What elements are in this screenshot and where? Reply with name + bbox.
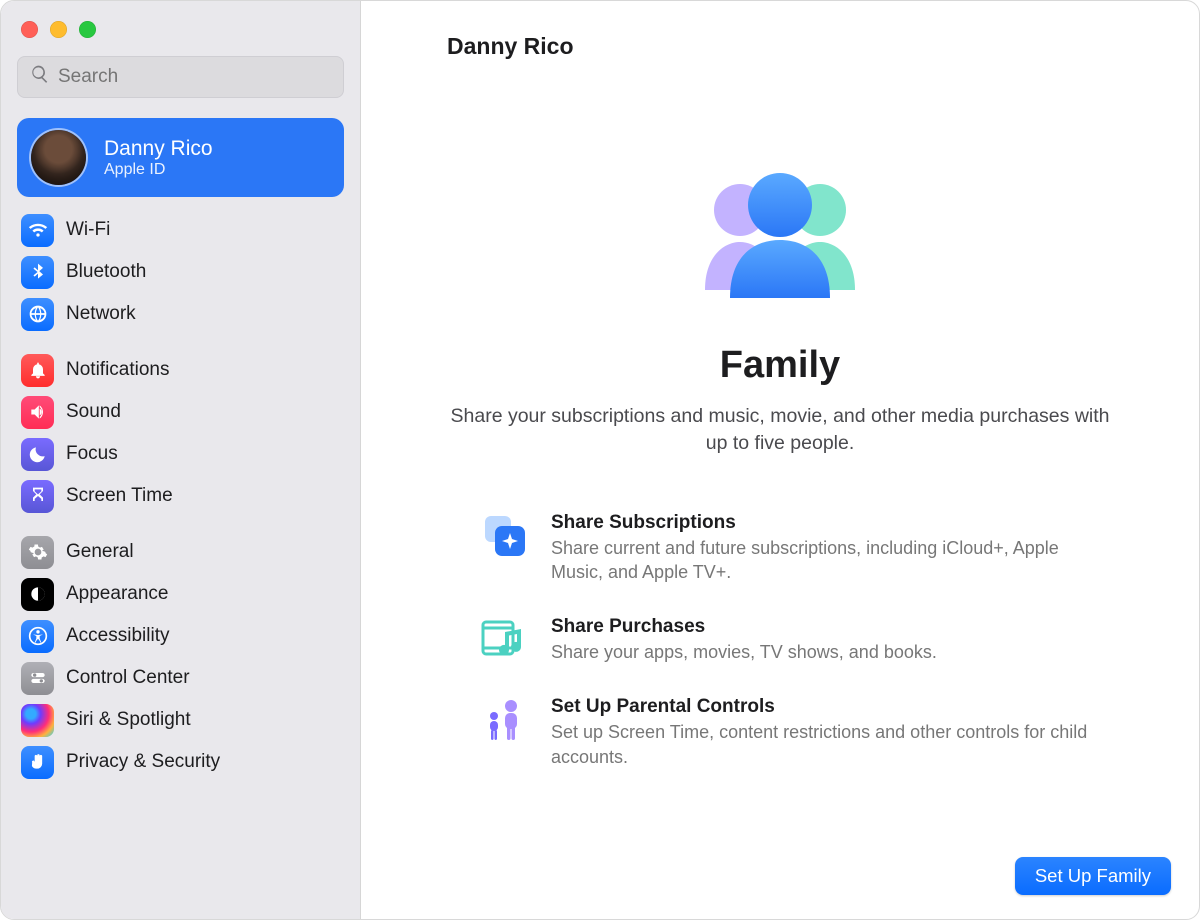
siri-icon <box>21 704 54 737</box>
search-icon <box>30 64 58 90</box>
close-window-button[interactable] <box>21 21 38 38</box>
feature-title: Share Subscriptions <box>551 512 1099 534</box>
maximize-window-button[interactable] <box>79 21 96 38</box>
sidebar-list: Wi-Fi Bluetooth Network <box>1 209 360 797</box>
accessibility-icon <box>21 620 54 653</box>
parent-child-icon <box>481 696 529 744</box>
sidebar-item-label: Notifications <box>66 359 170 381</box>
hero-title: Family <box>720 344 840 387</box>
sidebar-item-label: General <box>66 541 134 563</box>
set-up-family-button[interactable]: Set Up Family <box>1015 857 1171 895</box>
settings-window: Danny Rico Apple ID Wi-Fi Bluetooth <box>0 0 1200 920</box>
sidebar-item-label: Wi-Fi <box>66 219 110 241</box>
features-list: Share Subscriptions Share current and fu… <box>481 512 1099 801</box>
feature-share-subscriptions: Share Subscriptions Share current and fu… <box>481 512 1099 585</box>
appearance-icon <box>21 578 54 611</box>
sidebar-item-general[interactable]: General <box>15 531 346 573</box>
sidebar-item-focus[interactable]: Focus <box>15 433 346 475</box>
page-title: Danny Rico <box>447 33 1159 60</box>
sidebar-item-bluetooth[interactable]: Bluetooth <box>15 251 346 293</box>
family-hero: Family Share your subscriptions and musi… <box>401 170 1159 512</box>
sidebar-item-network[interactable]: Network <box>15 293 346 335</box>
sidebar-item-appearance[interactable]: Appearance <box>15 573 346 615</box>
sidebar-item-label: Network <box>66 303 136 325</box>
sidebar-item-label: Siri & Spotlight <box>66 709 191 731</box>
sidebar-item-label: Focus <box>66 443 118 465</box>
sidebar-item-label: Bluetooth <box>66 261 146 283</box>
sidebar-item-wifi[interactable]: Wi-Fi <box>15 209 346 251</box>
speaker-icon <box>21 396 54 429</box>
feature-desc: Share your apps, movies, TV shows, and b… <box>551 640 937 664</box>
switches-icon <box>21 662 54 695</box>
sidebar-item-screentime[interactable]: Screen Time <box>15 475 346 517</box>
sidebar-item-label: Privacy & Security <box>66 751 220 773</box>
minimize-window-button[interactable] <box>50 21 67 38</box>
window-controls <box>1 15 360 56</box>
feature-desc: Share current and future subscriptions, … <box>551 536 1099 585</box>
feature-parental-controls: Set Up Parental Controls Set up Screen T… <box>481 696 1099 769</box>
media-icon <box>481 616 529 664</box>
sidebar-item-privacy[interactable]: Privacy & Security <box>15 741 346 783</box>
bell-icon <box>21 354 54 387</box>
sidebar-item-siri[interactable]: Siri & Spotlight <box>15 699 346 741</box>
globe-icon <box>21 298 54 331</box>
hourglass-icon <box>21 480 54 513</box>
sidebar-item-controlcenter[interactable]: Control Center <box>15 657 346 699</box>
sidebar-item-label: Appearance <box>66 583 168 605</box>
sidebar-item-label: Sound <box>66 401 121 423</box>
hero-description: Share your subscriptions and music, movi… <box>450 403 1110 458</box>
search-input[interactable] <box>58 66 331 88</box>
avatar <box>31 130 86 185</box>
account-name: Danny Rico <box>104 136 213 161</box>
account-card[interactable]: Danny Rico Apple ID <box>17 118 344 197</box>
moon-icon <box>21 438 54 471</box>
sidebar-item-label: Control Center <box>66 667 190 689</box>
feature-title: Set Up Parental Controls <box>551 696 1099 718</box>
main-content: Danny Rico <box>361 1 1199 919</box>
wifi-icon <box>21 214 54 247</box>
search-box[interactable] <box>17 56 344 98</box>
feature-title: Share Purchases <box>551 616 937 638</box>
hand-icon <box>21 746 54 779</box>
sidebar-item-accessibility[interactable]: Accessibility <box>15 615 346 657</box>
feature-share-purchases: Share Purchases Share your apps, movies,… <box>481 616 1099 664</box>
bluetooth-icon <box>21 256 54 289</box>
account-subtitle: Apple ID <box>104 161 213 179</box>
sparkle-subscription-icon <box>481 512 529 560</box>
family-people-icon <box>675 170 885 320</box>
sidebar-item-label: Screen Time <box>66 485 173 507</box>
sidebar-item-notifications[interactable]: Notifications <box>15 349 346 391</box>
sidebar-item-sound[interactable]: Sound <box>15 391 346 433</box>
sidebar: Danny Rico Apple ID Wi-Fi Bluetooth <box>1 1 361 919</box>
feature-desc: Set up Screen Time, content restrictions… <box>551 720 1099 769</box>
gear-icon <box>21 536 54 569</box>
sidebar-item-label: Accessibility <box>66 625 169 647</box>
